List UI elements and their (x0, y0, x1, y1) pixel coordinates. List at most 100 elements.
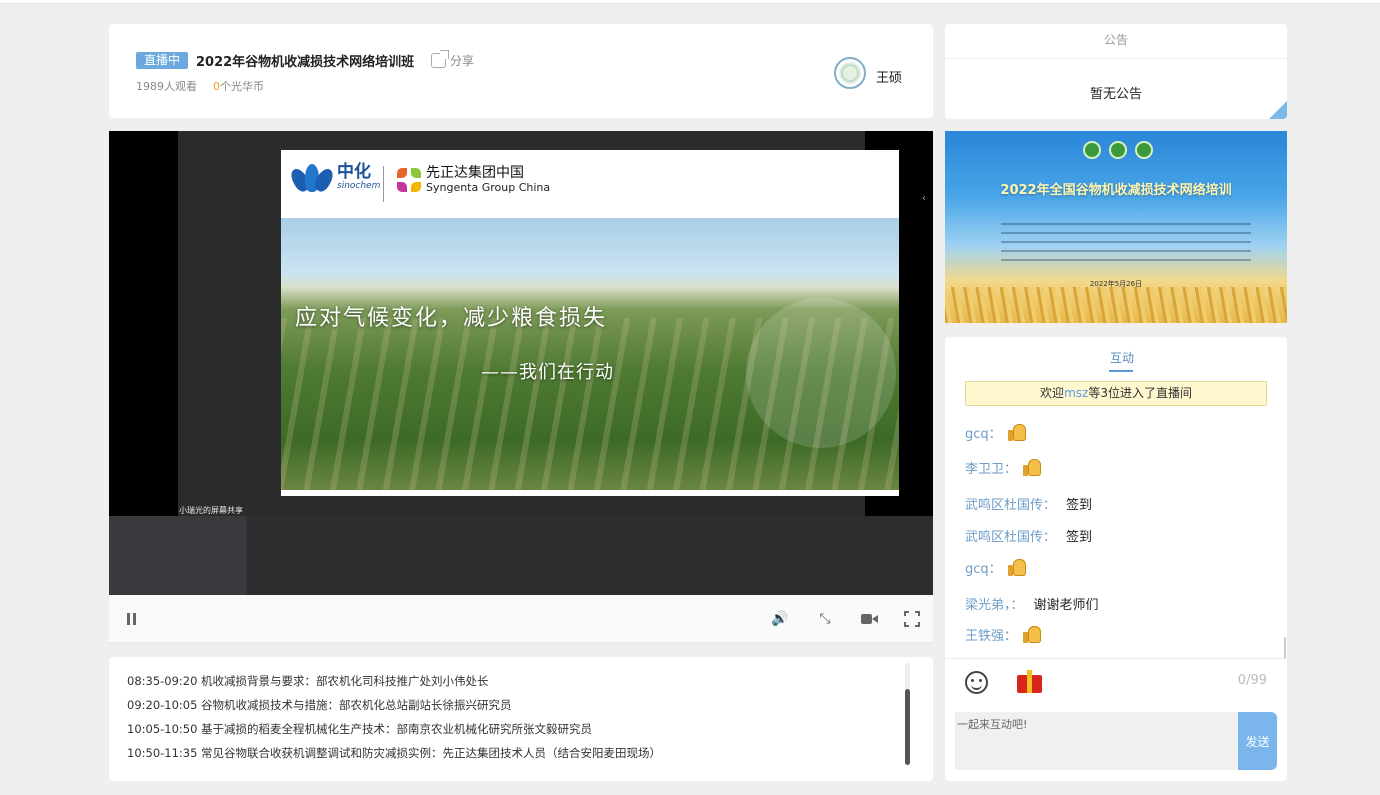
coin-unit: 个光华币 (220, 80, 264, 93)
slide-header: 中化 sinochem 先正达集团中国 Syngenta Group China (281, 150, 899, 218)
camera-icon[interactable] (860, 611, 878, 627)
host-avatar[interactable] (834, 57, 866, 89)
schedule-item: 10:50-11:35 常见谷物联合收获机调整调试和防灾减损实例：先正达集团技术人… (127, 745, 661, 761)
chat-user[interactable]: 李卫卫： (965, 458, 1017, 477)
chat-text: 签到 (1066, 498, 1093, 513)
viewer-count: 1989人观看 (136, 80, 197, 93)
schedule-item: 08:35-09:20 机收减损背景与要求：部农机化司科技推广处刘小伟处长 (127, 673, 489, 689)
video-player[interactable]: 中化 sinochem 先正达集团中国 Syngenta Group China (109, 131, 933, 595)
logo2-name: 先正达集团中国 (426, 165, 524, 181)
gift-icon[interactable] (1017, 668, 1042, 693)
presentation-slide: 中化 sinochem 先正达集团中国 Syngenta Group China (281, 150, 899, 496)
event-banner: 2022年全国谷物机收减损技术网络培训 2022年5月26日 (945, 131, 1287, 323)
schedule-item: 09:20-10:05 谷物机收减损技术与措施：部农机化总站副站长徐振兴研究员 (127, 697, 512, 713)
chat-user[interactable]: 梁光弟，： (965, 594, 1024, 613)
org-logo-icon (1083, 141, 1101, 159)
host-name[interactable]: 王硕 (876, 67, 902, 86)
welcome-notice: 欢迎msz等3位进入了直播间 (965, 381, 1267, 406)
welcome-user: msz (1064, 386, 1089, 400)
camera-strip (109, 516, 933, 595)
logo1-sub: sinochem (337, 181, 381, 191)
chat-message: 武鸣区杜国传： 签到 (965, 494, 1092, 513)
chat-message: gcq： (965, 556, 1028, 578)
live-badge: 直播中 (136, 52, 189, 69)
chat-user[interactable]: 武鸣区杜国传： (965, 526, 1056, 545)
coin-count: 0 (213, 80, 220, 93)
screen-share-caption: 小瑞光的屏幕共享 (179, 506, 243, 515)
schedule-topic: 谷物机收减损技术与措施：部农机化总站副站长徐振兴研究员 (201, 698, 512, 712)
course-meta: 1989人观看 0个光华币 (136, 78, 264, 94)
schedule-topic: 常见谷物联合收获机调整调试和防灾减损实例：先正达集团技术人员（结合安阳麦田现场） (201, 746, 661, 760)
chat-text: 谢谢老师们 (1033, 598, 1099, 613)
chat-message: gcq： (965, 421, 1028, 443)
banner-organizers (1001, 223, 1251, 263)
banner-title: 2022年全国谷物机收减损技术网络培训 (1000, 183, 1232, 198)
fullscreen-icon[interactable] (903, 610, 921, 628)
top-border (0, 0, 1380, 4)
schedule-time: 10:50-11:35 (127, 746, 198, 760)
logo2-en: Syngenta Group China (426, 181, 551, 194)
share-icon (431, 50, 449, 68)
schedule-time: 10:05-10:50 (127, 722, 198, 736)
player-controls: 🔊 ⤡ (109, 595, 933, 643)
slide-bottom-bar (281, 490, 899, 496)
schedule-topic: 机收减损背景与要求：部农机化司科技推广处刘小伟处长 (201, 674, 489, 688)
thumbs-up-icon (1021, 623, 1043, 645)
chat-user[interactable]: gcq： (965, 423, 1002, 442)
chat-message: 王铁强： (965, 623, 1043, 645)
banner-logos (1083, 141, 1153, 159)
scrollbar-thumb[interactable] (905, 689, 910, 765)
share-button[interactable]: 分享 (431, 50, 475, 69)
chat-user[interactable]: 武鸣区杜国传： (965, 494, 1056, 513)
chat-input[interactable] (955, 712, 1239, 770)
watermark-logo (746, 298, 896, 448)
share-label: 分享 (450, 54, 475, 68)
schedule-scrollbar[interactable] (905, 663, 910, 765)
slide-sub-text: ——我们在行动 (481, 362, 614, 383)
screen-share-frame: 中化 sinochem 先正达集团中国 Syngenta Group China (178, 131, 926, 516)
announcement-panel: 公告 暂无公告 (945, 24, 1287, 119)
signal-icon[interactable]: ⤡ (816, 611, 834, 627)
schedule-list: 08:35-09:20 机收减损背景与要求：部农机化司科技推广处刘小伟处长 09:… (109, 657, 933, 781)
slide-main-text: 应对气候变化，减少粮食损失 (295, 306, 608, 331)
camera-tile[interactable] (109, 516, 247, 595)
org-logo-icon (1135, 141, 1153, 159)
schedule-time: 08:35-09:20 (127, 674, 198, 688)
char-count: 0/99 (1237, 673, 1267, 688)
corner-fold-icon (1269, 101, 1287, 119)
welcome-prefix: 欢迎 (1040, 386, 1065, 400)
thumbs-up-icon (1021, 456, 1043, 478)
pause-icon[interactable] (124, 611, 142, 627)
schedule-topic: 基于减损的稻麦全程机械化生产技术：部南京农业机械化研究所张文毅研究员 (201, 722, 592, 736)
welcome-suffix: 等3位进入了直播间 (1088, 386, 1192, 400)
chat-message: 武鸣区杜国传： 签到 (965, 526, 1092, 545)
chat-message: 李卫卫： (965, 456, 1043, 478)
schedule-item: 10:05-10:50 基于减损的稻麦全程机械化生产技术：部南京农业机械化研究所张… (127, 721, 592, 737)
chat-text: 签到 (1066, 530, 1093, 545)
wheat-decoration (945, 287, 1287, 323)
tab-underline (1109, 370, 1133, 372)
thumbs-up-icon (1006, 556, 1028, 578)
chat-divider (945, 658, 1287, 659)
collapse-arrow-icon[interactable]: ‹ (922, 193, 926, 204)
syngenta-logo: 先正达集团中国 Syngenta Group China (397, 166, 550, 194)
announcement-body: 暂无公告 (1089, 87, 1142, 102)
org-logo-icon (1109, 141, 1127, 159)
sinochem-logo: 中化 sinochem (287, 162, 381, 194)
logo1-name: 中化 (337, 162, 371, 182)
announcement-title: 公告 (945, 24, 1287, 59)
send-button[interactable]: 发送 (1238, 712, 1277, 770)
tab-interaction[interactable]: 互动 (945, 349, 1287, 366)
lotus-icon (287, 162, 337, 194)
emoji-icon[interactable] (965, 671, 988, 694)
logo-divider (383, 166, 384, 202)
chat-user[interactable]: gcq： (965, 558, 1002, 577)
volume-icon[interactable]: 🔊 (771, 611, 789, 627)
course-title: 2022年谷物机收减损技术网络培训班 (196, 55, 415, 70)
syngenta-mark-icon (397, 168, 421, 192)
chat-user[interactable]: 王铁强： (965, 625, 1017, 644)
chat-scrollbar[interactable] (1284, 637, 1286, 659)
schedule-time: 09:20-10:05 (127, 698, 198, 712)
chat-message: 梁光弟，： 谢谢老师们 (965, 594, 1099, 613)
chat-panel: 互动 欢迎msz等3位进入了直播间 gcq： 李卫卫： 武鸣区杜国传： 签到 武鸣… (945, 337, 1287, 781)
